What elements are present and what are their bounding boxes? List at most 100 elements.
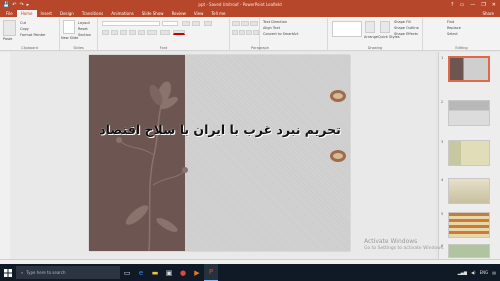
- tab-insert[interactable]: Insert: [37, 10, 56, 17]
- shape-fill-button[interactable]: Shape Fill: [394, 20, 411, 24]
- slide-thumbnail[interactable]: [448, 212, 490, 238]
- restore-button[interactable]: ❐: [481, 2, 485, 8]
- group-paragraph-extra: Text Direction Align Text Convert to Sma…: [260, 18, 328, 50]
- notification-icon[interactable]: ▤: [492, 270, 496, 275]
- share-button[interactable]: Share: [482, 10, 500, 17]
- slide-thumbnails-pane: 1 2 3 4 5 6: [438, 52, 500, 259]
- find-button[interactable]: Find: [447, 20, 454, 24]
- save-icon[interactable]: 💾: [3, 2, 9, 8]
- tab-design[interactable]: Design: [56, 10, 78, 17]
- paste-button[interactable]: [3, 20, 16, 36]
- search-placeholder: Type here to search: [26, 270, 66, 275]
- ribbon: Paste Cut Copy Format Painter Clipboard …: [0, 17, 500, 51]
- text-direction-button[interactable]: Text Direction: [263, 20, 287, 24]
- tab-animations[interactable]: Animations: [107, 10, 137, 17]
- ribbon-display-icon[interactable]: ▭: [460, 2, 465, 8]
- arrange-label: Arrange: [364, 35, 378, 39]
- ring-decoration-top: [330, 90, 346, 102]
- chrome-icon[interactable]: ●: [176, 264, 190, 281]
- activation-watermark: Activate Windows Go to Settings to activ…: [364, 238, 445, 252]
- copy-button[interactable]: Copy: [20, 27, 29, 31]
- align-text-button[interactable]: Align Text: [263, 26, 280, 30]
- slide-title[interactable]: تحریم نبرد غرب با ایران با سلاح اقتصاد: [97, 122, 343, 137]
- convert-smartart-button[interactable]: Convert to SmartArt: [263, 32, 298, 36]
- start-button[interactable]: [0, 264, 16, 281]
- numbering-icon[interactable]: [241, 21, 249, 26]
- file-explorer-icon[interactable]: ▬: [148, 264, 162, 281]
- increase-font-icon[interactable]: [182, 21, 190, 26]
- volume-icon[interactable]: ◀): [471, 270, 476, 275]
- select-button[interactable]: Select: [447, 32, 458, 36]
- tab-review[interactable]: Review: [168, 10, 190, 17]
- justify-icon[interactable]: [253, 30, 259, 35]
- watermark-line2: Go to Settings to activate Windows.: [364, 246, 445, 251]
- replace-button[interactable]: Replace: [447, 26, 461, 30]
- task-view-icon[interactable]: ▭: [120, 264, 134, 281]
- layout-button[interactable]: Layout: [78, 21, 90, 25]
- bold-icon[interactable]: [102, 30, 109, 35]
- align-left-icon[interactable]: [232, 30, 238, 35]
- indent-icon[interactable]: [250, 21, 258, 26]
- italic-icon[interactable]: [111, 30, 118, 35]
- drawing-group-label: Drawing: [367, 46, 383, 50]
- section-button[interactable]: Section: [78, 33, 91, 37]
- decrease-font-icon[interactable]: [192, 21, 200, 26]
- windows-icon: [4, 268, 12, 277]
- shape-outline-button[interactable]: Shape Outline: [394, 26, 419, 30]
- arrange-button[interactable]: [365, 21, 375, 33]
- slide-thumbnail[interactable]: [448, 56, 490, 82]
- shapes-gallery[interactable]: [332, 21, 362, 37]
- new-slide-button[interactable]: [63, 20, 75, 34]
- paste-label: Paste: [3, 37, 13, 41]
- change-case-icon[interactable]: [160, 30, 170, 35]
- tab-view[interactable]: View: [190, 10, 208, 17]
- redo-icon[interactable]: ↷: [19, 2, 23, 8]
- align-right-icon[interactable]: [246, 30, 252, 35]
- slides-group-label: Slides: [73, 46, 84, 50]
- store-icon[interactable]: ▣: [162, 264, 176, 281]
- undo-icon[interactable]: ↶: [12, 2, 16, 8]
- format-painter-button[interactable]: Format Painter: [20, 33, 46, 37]
- align-center-icon[interactable]: [239, 30, 245, 35]
- close-button[interactable]: ✕: [492, 2, 496, 8]
- slide-thumbnail[interactable]: [448, 178, 490, 204]
- tab-file[interactable]: File: [2, 10, 17, 17]
- ring-decoration-bottom: [330, 150, 346, 162]
- group-clipboard: Paste Cut Copy Format Painter Clipboard: [0, 18, 60, 50]
- left-pane: [0, 52, 10, 259]
- slide-canvas[interactable]: تحریم نبرد غرب با ایران با سلاح اقتصاد: [89, 55, 350, 251]
- font-color-icon[interactable]: [173, 30, 185, 35]
- thumb-number: 5: [441, 212, 444, 216]
- network-icon[interactable]: ▂▄▆: [458, 270, 467, 275]
- language-indicator[interactable]: ENG: [480, 270, 489, 275]
- reset-button[interactable]: Reset: [78, 27, 88, 31]
- powerpoint-taskbar-icon[interactable]: P: [204, 264, 218, 281]
- tell-me-box[interactable]: Tell me: [207, 10, 229, 17]
- font-size-select[interactable]: [162, 21, 178, 26]
- clear-formatting-icon[interactable]: [204, 21, 212, 26]
- cut-button[interactable]: Cut: [20, 21, 26, 25]
- slide-thumbnail[interactable]: [448, 244, 490, 258]
- taskbar-search-box[interactable]: ⌕ Type here to search: [16, 266, 120, 279]
- character-spacing-icon[interactable]: [147, 30, 157, 35]
- edge-icon[interactable]: e: [134, 264, 148, 281]
- strikethrough-icon[interactable]: [138, 30, 145, 35]
- slide-thumbnail[interactable]: [448, 140, 490, 166]
- font-name-select[interactable]: [102, 21, 160, 26]
- underline-icon[interactable]: [120, 30, 127, 35]
- slide-thumbnail[interactable]: [448, 100, 490, 126]
- tab-slide-show[interactable]: Slide Show: [138, 10, 168, 17]
- help-icon[interactable]: ?: [451, 2, 454, 8]
- window-controls: ? ▭ — ❐ ✕: [451, 2, 500, 8]
- minimize-button[interactable]: —: [470, 2, 475, 8]
- bullets-icon[interactable]: [232, 21, 240, 26]
- shape-effects-button[interactable]: Shape Effects: [394, 32, 418, 36]
- tab-home[interactable]: Home: [16, 10, 37, 17]
- quick-styles-button[interactable]: [380, 21, 390, 33]
- tab-transitions[interactable]: Transitions: [78, 10, 107, 17]
- media-icon[interactable]: ▶: [190, 264, 204, 281]
- thumb-number: 1: [441, 56, 444, 60]
- thumb-number: 3: [441, 140, 444, 144]
- group-drawing: Arrange Quick Styles Shape Fill Shape Ou…: [328, 18, 423, 50]
- shadow-icon[interactable]: [129, 30, 136, 35]
